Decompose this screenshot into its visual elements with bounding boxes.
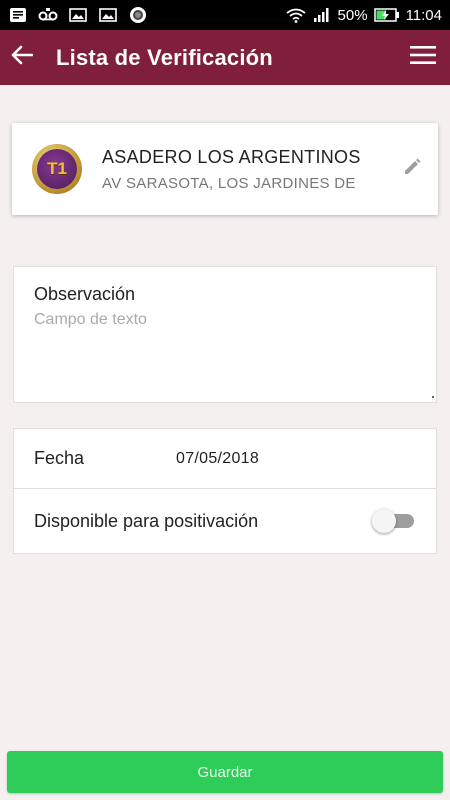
date-label: Fecha (34, 448, 85, 468)
battery-percent: 50% (337, 6, 368, 24)
store-info: ASADERO LOS ARGENTINOS AV SARASOTA, LOS … (102, 147, 370, 192)
image-icon (68, 7, 88, 23)
back-button[interactable] (2, 30, 42, 85)
message-icon (8, 7, 28, 23)
status-bar-notifications (8, 7, 148, 23)
menu-button[interactable] (398, 30, 448, 85)
app-bar: Lista de Verificación (0, 30, 450, 85)
edit-store-button[interactable] (400, 157, 424, 181)
toggle-thumb (372, 509, 396, 533)
save-button[interactable]: Guardar (7, 751, 443, 793)
store-address: AV SARASOTA, LOS JARDINES DE (102, 174, 356, 192)
store-name: ASADERO LOS ARGENTINOS (102, 146, 361, 167)
store-type-badge: T1 (32, 144, 82, 194)
status-bar: 50% 11:04 (0, 0, 450, 30)
battery-charging-icon (373, 7, 400, 23)
status-bar-system: 50% 11:04 (285, 6, 442, 24)
store-type-label: T1 (37, 149, 77, 189)
wifi-icon (285, 7, 306, 23)
voicemail-icon (38, 7, 58, 23)
date-value[interactable]: 07/05/2018 (176, 450, 259, 468)
availability-row: Disponible para positivación (14, 489, 436, 553)
store-card[interactable]: T1 ASADERO LOS ARGENTINOS AV SARASOTA, L… (12, 123, 438, 215)
details-card: Fecha 07/05/2018 Disponible para positiv… (13, 428, 437, 554)
availability-toggle[interactable] (372, 509, 416, 533)
arrow-back-icon (11, 45, 34, 70)
page-title: Lista de Verificación (56, 44, 273, 70)
date-row[interactable]: Fecha 07/05/2018 (14, 429, 436, 489)
image-icon (98, 7, 118, 23)
record-icon (128, 7, 148, 23)
observation-card: Observación (13, 266, 437, 403)
availability-label: Disponible para positivación (34, 510, 259, 531)
observation-input[interactable] (34, 311, 424, 391)
signal-icon (312, 7, 332, 23)
hamburger-menu-icon (410, 45, 436, 70)
pencil-icon (402, 157, 422, 182)
observation-label: Observación (34, 284, 136, 304)
resize-handle-icon (432, 396, 434, 398)
clock: 11:04 (405, 6, 442, 24)
